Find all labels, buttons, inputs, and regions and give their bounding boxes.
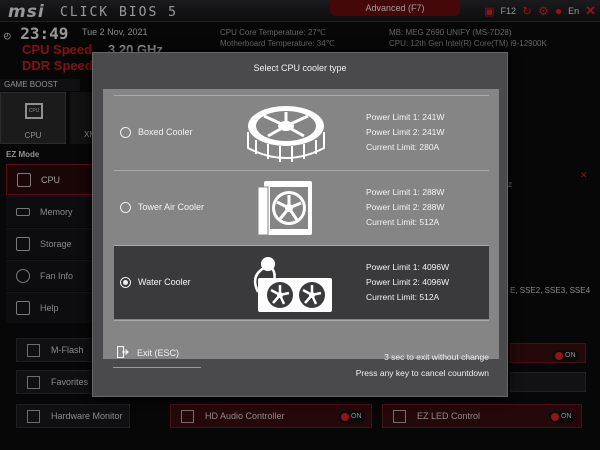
cooler-option-boxed[interactable]: Boxed Cooler Power Limit 1: 241W Power L… <box>114 95 489 169</box>
divider <box>114 320 489 321</box>
cancel-countdown-hint: Press any key to cancel countdown <box>355 368 489 378</box>
cooler-name: Tower Air Cooler <box>138 202 205 212</box>
power-limit-2: Power Limit 2: 4096W <box>366 277 450 287</box>
exit-icon[interactable] <box>117 346 129 358</box>
radio-button[interactable] <box>120 202 131 213</box>
power-limits: Power Limit 1: 288W Power Limit 2: 288W … <box>366 185 444 230</box>
water-cooler-icon <box>253 257 332 312</box>
radio-button[interactable] <box>120 127 131 138</box>
radio-button-selected[interactable] <box>120 277 131 288</box>
exit-underline <box>113 367 201 368</box>
cooler-name: Water Cooler <box>138 277 191 287</box>
current-limit: Current Limit: 280A <box>366 142 440 152</box>
exit-button[interactable]: Exit (ESC) <box>137 348 179 358</box>
cooler-select-dialog: Select CPU cooler type Boxed Cooler Powe… <box>92 52 508 397</box>
countdown-text: 3 sec to exit without change <box>384 352 489 362</box>
power-limit-1: Power Limit 1: 288W <box>366 187 445 197</box>
cooler-option-water[interactable]: Water Cooler Power Limit 1: 4096W Power … <box>114 245 489 319</box>
dialog-title: Select CPU cooler type <box>253 63 347 73</box>
cooler-name: Boxed Cooler <box>138 127 193 137</box>
boxed-cooler-icon <box>247 106 325 162</box>
tower-air-cooler-icon <box>257 181 312 236</box>
current-limit: Current Limit: 512A <box>366 217 440 227</box>
power-limit-1: Power Limit 1: 4096W <box>366 262 450 272</box>
power-limit-2: Power Limit 2: 288W <box>366 202 445 212</box>
power-limits: Power Limit 1: 4096W Power Limit 2: 4096… <box>366 260 449 305</box>
cooler-options-panel: Boxed Cooler Power Limit 1: 241W Power L… <box>103 89 499 359</box>
current-limit: Current Limit: 512A <box>366 292 440 302</box>
power-limits: Power Limit 1: 241W Power Limit 2: 241W … <box>366 110 444 155</box>
power-limit-2: Power Limit 2: 241W <box>366 127 445 137</box>
power-limit-1: Power Limit 1: 241W <box>366 112 445 122</box>
cooler-option-tower-air[interactable]: Tower Air Cooler Power Limit 1: 288W Pow… <box>114 170 489 244</box>
